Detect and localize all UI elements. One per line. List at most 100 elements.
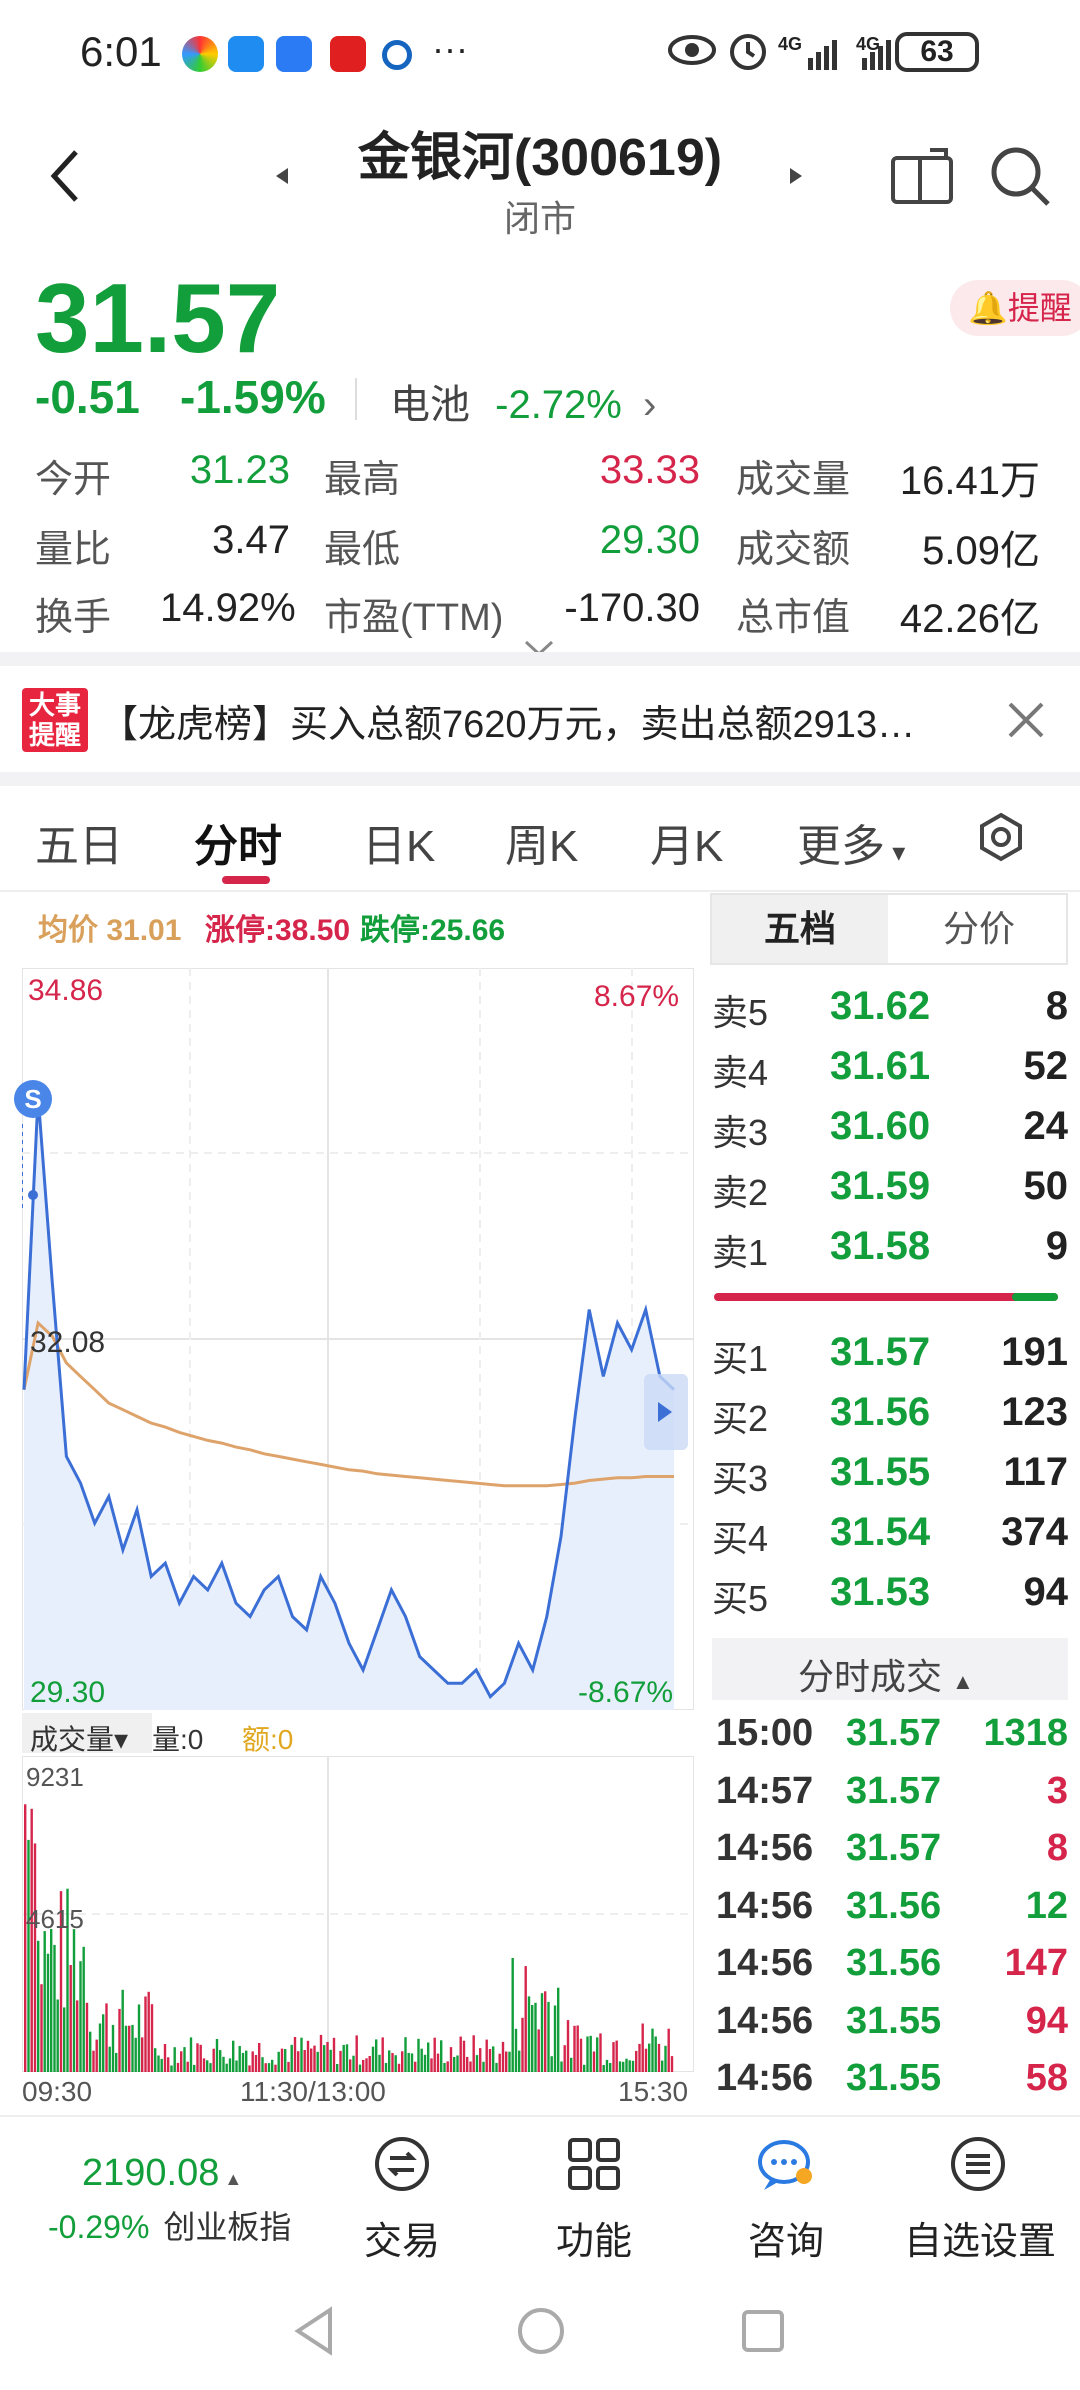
volume-bar [583,2064,586,2072]
volume-bar [121,1989,124,2072]
nav-watchlist-settings[interactable]: 自选设置 [898,2210,1062,2265]
stat-label: 最高 [324,459,401,501]
volume-title[interactable]: 成交量▾ [30,1718,128,1758]
tab-3[interactable]: 周K [505,810,578,874]
stat-value: 16.41万 [899,459,1040,503]
status-time: 6:01 [80,28,162,75]
functions-grid-icon[interactable] [566,2136,622,2192]
tick-row: 14:56 31.56 147 [716,1942,1072,2000]
volume-bar [170,2065,173,2072]
bid-row[interactable]: 买4 31.54 374 [712,1510,1072,1570]
volume-bar [251,2051,254,2072]
bid-row[interactable]: 买5 31.53 94 [712,1570,1072,1630]
volume-bar [222,2056,225,2072]
chevron-right-icon: › [643,383,657,427]
tab-5[interactable]: 更多 ▾ [797,810,905,874]
bid-label: 买5 [712,1578,769,1619]
system-home-icon[interactable] [516,2306,566,2356]
volume-bar [573,2025,576,2072]
volume-bar [326,2042,329,2072]
ask-row[interactable]: 卖1 31.58 9 [712,1224,1072,1284]
settings-hex-icon[interactable] [978,812,1024,862]
tab-1[interactable]: 分时 [194,810,282,874]
search-icon[interactable] [988,144,1052,208]
tick-row: 14:56 31.56 12 [716,1885,1072,1943]
trade-icon[interactable] [374,2136,430,2192]
volume-bar [154,2048,157,2072]
tab-label: 更多 [797,822,885,871]
close-icon[interactable] [1006,700,1046,740]
sector-pct: -2.72% [495,383,622,427]
volume-bar [618,2061,622,2072]
bid-row[interactable]: 买2 31.56 123 [712,1390,1072,1450]
divider [0,890,1080,892]
ask-price: 31.62 [830,984,931,1028]
next-stock-icon[interactable] [788,166,804,186]
dropdown-caret-icon: ▾ [114,1724,129,1755]
nav-consult[interactable]: 咨询 [706,2210,866,2265]
tab-price-dist[interactable]: 分价 [890,895,1068,963]
ask-bid-ratio-green [1012,1293,1058,1301]
volume-bar [219,2050,222,2072]
system-back-icon[interactable] [292,2306,336,2356]
system-recents-icon[interactable] [740,2308,786,2354]
volume-bar [300,2037,303,2072]
bid-label: 买2 [712,1398,769,1439]
volume-bar [615,2040,618,2072]
bid-price: 31.55 [830,1450,931,1494]
volume-bar [449,2047,453,2072]
stat-value: 5.09亿 [922,529,1040,573]
volume-bar [56,1999,59,2072]
volume-bar [264,2063,267,2072]
volume-bar [417,2038,420,2072]
volume-bar [345,2044,349,2072]
volume-bar [310,2048,313,2072]
avg-label: 均价 [38,914,98,947]
volume-bar [631,2060,635,2072]
tab-0[interactable]: 五日 [35,810,123,874]
consult-chat-icon[interactable] [756,2136,816,2192]
battery-indicator: 63 [895,32,979,72]
volume-bar [147,1991,150,2072]
price-chart[interactable] [22,968,694,1710]
chart-bottom-pct: -8.67% [578,1676,674,1709]
tick-time: 15:00 [716,1712,814,1754]
ask-qty: 24 [1023,1104,1069,1148]
tab-4[interactable]: 月K [650,810,723,874]
ask-row[interactable]: 卖2 31.59 50 [712,1164,1072,1224]
volume-chart[interactable] [22,1756,694,2072]
tab-2[interactable]: 日K [362,810,435,874]
sort-up-icon: ▲ [219,2169,243,2189]
network-type-1: 4G [778,34,803,54]
marker-dot [28,1190,38,1200]
split-view-icon[interactable] [890,148,954,206]
signal-marker-icon[interactable]: S [14,1080,52,1118]
volume-bar [410,2053,414,2072]
stat-label: 成交额 [736,529,851,571]
bid-price: 31.57 [830,1330,931,1374]
index-value[interactable]: 2190.08 ▲ [82,2152,242,2195]
ask-row[interactable]: 卖5 31.62 8 [712,984,1072,1044]
ticks-title: 分时成交 ▲ [798,1648,974,1700]
nav-trade[interactable]: 交易 [322,2210,482,2265]
volume-bar [115,2052,118,2072]
sector-name: 电池 [390,383,470,427]
remind-button[interactable]: 🔔提醒 [950,280,1080,336]
volume-bar [560,2061,563,2072]
nav-functions[interactable]: 功能 [514,2210,674,2265]
bid-row[interactable]: 买1 31.57 191 [712,1330,1072,1390]
volume-bar [232,2040,235,2072]
news-text: 【龙虎榜】买入总额7620万元，卖出总额2913… [100,704,916,746]
volume-bar [456,2055,459,2072]
ask-price: 31.60 [830,1104,931,1148]
bid-row[interactable]: 买3 31.55 117 [712,1450,1072,1510]
volume-bar [534,2002,537,2072]
ask-row[interactable]: 卖3 31.60 24 [712,1104,1072,1164]
volume-bar [589,2035,592,2072]
settings-list-icon[interactable] [950,2136,1006,2192]
sector-link[interactable]: 电池 -2.72% › [390,372,656,430]
ask-row[interactable]: 卖4 31.61 52 [712,1044,1072,1104]
tab-five-level[interactable]: 五档 [712,895,888,963]
chart-bottom-price: 29.30 [30,1676,106,1709]
volume-bar [521,2017,524,2072]
